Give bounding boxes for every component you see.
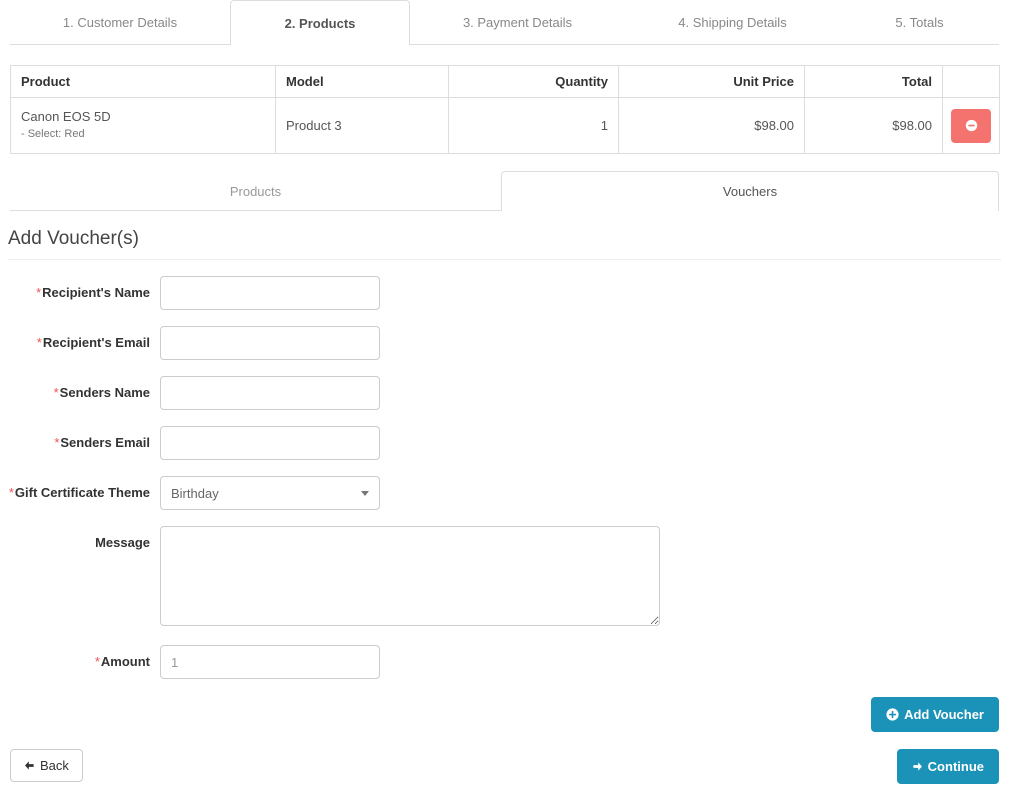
field-row-recipient-email: *Recipient's Email (0, 326, 1009, 360)
senders-name-input[interactable] (160, 376, 380, 410)
message-textarea[interactable] (160, 526, 660, 626)
add-voucher-button[interactable]: Add Voucher (871, 697, 999, 732)
label-recipient-email: *Recipient's Email (0, 326, 160, 351)
product-table: Product Model Quantity Unit Price Total … (10, 65, 1000, 154)
tab-label: 3. Payment Details (462, 15, 573, 30)
sub-tab-vouchers[interactable]: Vouchers (501, 171, 999, 211)
tab-totals[interactable]: 5. Totals (840, 0, 999, 44)
column-header-total: Total (804, 65, 943, 98)
column-header-unit-price: Unit Price (618, 65, 805, 98)
control-recipient-name (160, 276, 1009, 310)
product-table-body: Canon EOS 5D - Select: Red Product 3 1 $… (10, 97, 1000, 154)
continue-button[interactable]: Continue (896, 749, 999, 784)
table-row: Canon EOS 5D - Select: Red Product 3 1 $… (10, 97, 1000, 154)
label-text: Recipient's Name (42, 285, 150, 300)
product-option: - Select: Red (21, 128, 85, 141)
cell-total: $98.00 (804, 97, 943, 154)
control-amount (160, 645, 1009, 679)
control-senders-name (160, 376, 1009, 410)
remove-product-button[interactable] (951, 108, 991, 143)
tab-payment-details[interactable]: 3. Payment Details (410, 0, 625, 44)
checkout-page: 1. Customer Details 2. Products 3. Payme… (0, 0, 1009, 794)
control-gift-theme: Birthday (160, 476, 1009, 510)
label-gift-theme: *Gift Certificate Theme (0, 476, 160, 501)
minus-circle-icon (965, 119, 978, 132)
label-senders-email: *Senders Email (0, 426, 160, 451)
recipient-name-input[interactable] (160, 276, 380, 310)
gift-theme-selected-value: Birthday (171, 485, 219, 501)
arrow-right-icon (912, 761, 923, 772)
required-marker: * (8, 485, 14, 500)
plus-circle-icon (886, 708, 899, 721)
amount-input[interactable] (160, 645, 380, 679)
cell-unit-price: $98.00 (618, 97, 805, 154)
continue-button-label: Continue (927, 759, 984, 774)
tab-label: 4. Shipping Details (678, 15, 787, 30)
label-senders-name: *Senders Name (0, 376, 160, 401)
arrow-left-icon (24, 760, 35, 771)
column-header-action (942, 65, 1000, 98)
label-text: Recipient's Email (42, 335, 150, 350)
cell-model: Product 3 (275, 97, 449, 154)
senders-email-input[interactable] (160, 426, 380, 460)
sub-tab-products[interactable]: Products (10, 171, 501, 210)
cell-action (942, 97, 1000, 154)
label-message: Message (0, 526, 160, 551)
required-marker: * (53, 385, 59, 400)
product-table-head: Product Model Quantity Unit Price Total (10, 65, 1000, 98)
field-row-amount: *Amount (0, 645, 1009, 679)
field-row-gift-theme: *Gift Certificate Theme Birthday (0, 476, 1009, 510)
add-voucher-button-wrapper: Add Voucher (871, 697, 999, 732)
required-marker: * (36, 285, 42, 300)
product-name: Canon EOS 5D (21, 109, 111, 125)
column-header-model: Model (275, 65, 449, 98)
required-marker: * (94, 654, 100, 669)
field-row-message: Message (0, 526, 1009, 629)
control-message (160, 526, 1009, 629)
field-row-recipient-name: *Recipient's Name (0, 276, 1009, 310)
required-marker: * (54, 435, 60, 450)
tab-shipping-details[interactable]: 4. Shipping Details (625, 0, 840, 44)
page-title: Add Voucher(s) (8, 228, 1001, 260)
cell-quantity: 1 (448, 97, 619, 154)
control-recipient-email (160, 326, 1009, 360)
add-voucher-form: *Recipient's Name *Recipient's Email *Se… (0, 276, 1009, 695)
tab-label: 5. Totals (895, 15, 944, 30)
label-text: Senders Email (60, 435, 150, 450)
required-marker: * (36, 335, 42, 350)
back-button-label: Back (40, 758, 69, 773)
tab-label: 1. Customer Details (62, 15, 178, 30)
back-button[interactable]: Back (10, 749, 83, 782)
label-text: Gift Certificate Theme (14, 485, 150, 500)
column-header-product: Product (10, 65, 276, 98)
sub-tab-label: Products (229, 183, 282, 199)
tab-products[interactable]: 2. Products (230, 0, 410, 45)
column-header-quantity: Quantity (448, 65, 619, 98)
label-text: Message (95, 535, 150, 550)
control-senders-email (160, 426, 1009, 460)
tab-customer-details[interactable]: 1. Customer Details (10, 0, 230, 44)
field-row-senders-name: *Senders Name (0, 376, 1009, 410)
table-header-row: Product Model Quantity Unit Price Total (10, 65, 1000, 98)
gift-theme-select[interactable]: Birthday (160, 476, 380, 510)
tab-label: 2. Products (284, 15, 356, 31)
sub-tab-label: Vouchers (722, 184, 778, 199)
label-recipient-name: *Recipient's Name (0, 276, 160, 301)
cell-product: Canon EOS 5D - Select: Red (10, 97, 276, 154)
label-text: Senders Name (59, 385, 150, 400)
checkout-wizard-tabs: 1. Customer Details 2. Products 3. Payme… (10, 0, 999, 45)
voucher-product-sub-tabs: Products Vouchers (10, 171, 999, 211)
add-voucher-button-label: Add Voucher (904, 707, 984, 722)
recipient-email-input[interactable] (160, 326, 380, 360)
label-amount: *Amount (0, 645, 160, 670)
chevron-down-icon (361, 490, 369, 496)
field-row-senders-email: *Senders Email (0, 426, 1009, 460)
label-text: Amount (100, 654, 150, 669)
